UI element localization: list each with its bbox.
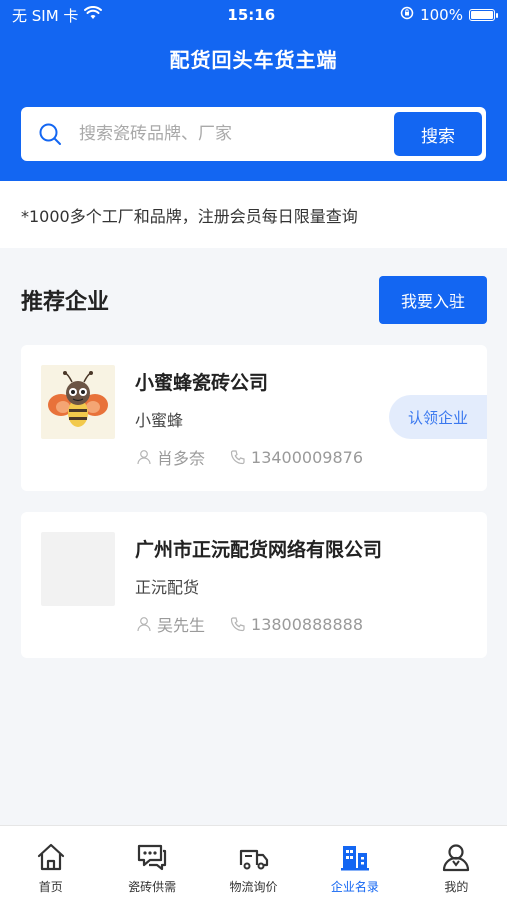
tab-logistics[interactable]: 物流询价 bbox=[203, 826, 304, 900]
claim-company-badge[interactable]: 认领企业 bbox=[389, 395, 487, 439]
user-icon bbox=[439, 840, 473, 874]
section-title: 推荐企业 bbox=[21, 290, 110, 315]
contact-phone[interactable]: 13400009876 bbox=[251, 448, 363, 467]
contact-name: 肖多奈 bbox=[157, 449, 206, 468]
contact-name: 吴先生 bbox=[157, 616, 206, 635]
orientation-lock-icon bbox=[400, 6, 414, 24]
section-header: 推荐企业 我要入驻 bbox=[0, 276, 507, 324]
tab-home[interactable]: 首页 bbox=[0, 826, 101, 900]
placeholder-logo-icon bbox=[41, 532, 115, 606]
tab-label: 我的 bbox=[444, 880, 469, 894]
search-input[interactable] bbox=[79, 124, 394, 144]
contact-row: 吴先生 13800888888 bbox=[135, 612, 363, 636]
phone-icon bbox=[229, 615, 247, 633]
contact-row: 肖多奈 13400009876 bbox=[135, 445, 363, 469]
company-name: 广州市正沅配货网络有限公司 bbox=[135, 539, 383, 561]
company-card[interactable]: 广州市正沅配货网络有限公司 正沅配货 吴先生 13800888888 bbox=[21, 512, 487, 658]
contact-phone[interactable]: 13800888888 bbox=[251, 615, 363, 634]
buildings-icon bbox=[338, 840, 372, 874]
person-icon bbox=[135, 615, 153, 633]
bottom-tab-bar: 首页 瓷砖供需 物流询价 企业名录 我的 bbox=[0, 825, 507, 900]
search-bar: 搜索 bbox=[21, 107, 486, 161]
company-card[interactable]: 小蜜蜂瓷砖公司 小蜜蜂 肖多奈 13400009876 认领企业 bbox=[21, 345, 487, 491]
battery-icon bbox=[468, 9, 498, 21]
tab-profile[interactable]: 我的 bbox=[406, 826, 507, 900]
wifi-icon bbox=[84, 6, 103, 24]
page-title: 配货回头车货主端 bbox=[169, 48, 338, 72]
phone-icon bbox=[229, 448, 247, 466]
search-button[interactable]: 搜索 bbox=[394, 112, 482, 156]
join-button[interactable]: 我要入驻 bbox=[379, 276, 487, 324]
carrier-label: 无 SIM 卡 bbox=[12, 6, 79, 25]
home-icon bbox=[34, 840, 68, 874]
company-short-name: 正沅配货 bbox=[135, 578, 200, 597]
tab-label: 瓷砖供需 bbox=[128, 880, 177, 894]
bee-logo-icon bbox=[41, 365, 115, 439]
tab-label: 企业名录 bbox=[330, 880, 379, 894]
chat-icon bbox=[135, 840, 169, 874]
tab-label: 物流询价 bbox=[229, 880, 278, 894]
header: 无 SIM 卡 15:16 100% 配货回头车货主端 搜索瓷砖品牌、厂家 搜索 bbox=[0, 0, 507, 181]
truck-icon bbox=[237, 840, 271, 874]
company-short-name: 小蜜蜂 bbox=[135, 411, 184, 430]
status-bar: 无 SIM 卡 15:16 100% bbox=[0, 0, 507, 30]
person-icon bbox=[135, 448, 153, 466]
tab-company-directory[interactable]: 企业名录 bbox=[304, 826, 405, 900]
tab-label: 首页 bbox=[38, 880, 63, 894]
notice-text: *1000多个工厂和品牌，注册会员每日限量查询 bbox=[0, 181, 507, 248]
company-name: 小蜜蜂瓷砖公司 bbox=[135, 372, 269, 394]
search-icon bbox=[37, 121, 63, 147]
status-time: 15:16 bbox=[227, 6, 276, 24]
battery-percent: 100% bbox=[420, 6, 463, 24]
tab-tile-market[interactable]: 瓷砖供需 bbox=[101, 826, 202, 900]
